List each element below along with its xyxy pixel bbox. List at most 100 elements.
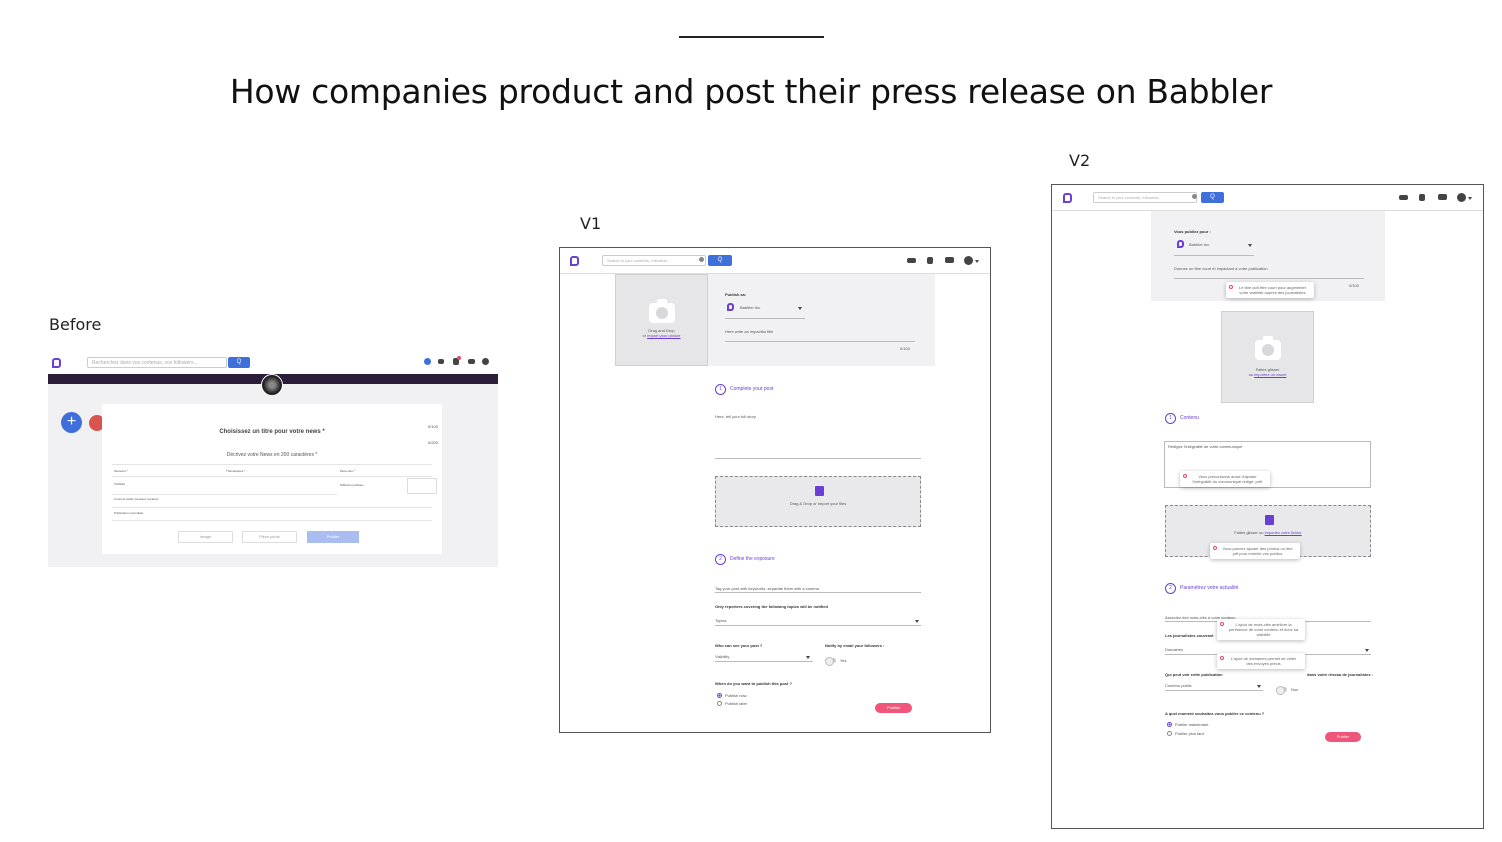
divider <box>715 458 921 459</box>
notify-toggle[interactable] <box>825 657 836 666</box>
step-complete-post: 1 Complete your post <box>715 384 773 395</box>
public-field[interactable]: Diffusion publique <box>340 483 364 488</box>
notification-badge <box>457 356 461 360</box>
form-subtitle[interactable]: Décrivez votre News en 200 caractères * <box>102 452 442 458</box>
keywords-tooltip: L'ajout de mots-clés améliore la pertine… <box>1217 619 1305 640</box>
camera-icon <box>1255 336 1281 360</box>
keywords-input[interactable]: Tag your post with keywords, separate th… <box>715 586 819 591</box>
plus-icon[interactable]: + <box>61 412 82 433</box>
attach-button[interactable]: Pièce jointe <box>242 531 297 543</box>
chevron-down-icon[interactable] <box>915 620 919 623</box>
thematic-field[interactable]: Thématiques * <box>226 469 245 474</box>
files-dropzone-text: Drag & Drop or Import your files <box>789 501 847 506</box>
files-dropzone-text: Faites glisser ou <box>1234 530 1264 535</box>
import-picture-link[interactable]: Import your picture <box>647 333 680 338</box>
search-input[interactable]: Search in your contents, followers... <box>1093 192 1197 203</box>
people-icon[interactable] <box>438 359 444 364</box>
visibility-select[interactable]: Contenu public <box>1165 683 1192 688</box>
mail-icon[interactable] <box>1438 194 1447 200</box>
image-button[interactable]: Image <box>178 531 233 543</box>
settings-icon[interactable] <box>1192 194 1197 199</box>
connect-field[interactable]: Connect public (réseaux sociaux) <box>114 497 158 502</box>
keywords-field[interactable]: Mots-clés * <box>340 469 355 474</box>
chevron-down-icon[interactable] <box>975 260 979 263</box>
logo-icon[interactable] <box>1063 193 1072 203</box>
chevron-down-icon[interactable] <box>1468 197 1472 200</box>
files-dropzone[interactable]: Drag & Drop or Import your files <box>715 476 921 527</box>
divider <box>112 494 337 495</box>
topics-select[interactable]: Topics <box>715 618 726 623</box>
chevron-down-icon[interactable] <box>1248 244 1252 247</box>
title-counter: 0/100 <box>900 346 911 351</box>
mail-icon[interactable] <box>945 257 954 263</box>
publication-field[interactable]: Publication immédiate <box>114 511 143 516</box>
sectors-field[interactable]: Secteurs * <box>114 469 128 474</box>
people-icon[interactable] <box>907 258 916 263</box>
account-icon[interactable] <box>1457 193 1466 202</box>
chevron-down-icon[interactable] <box>806 656 810 659</box>
settings-icon[interactable] <box>424 358 431 365</box>
divider <box>112 507 432 508</box>
before-topbar: Recherchez dans vos contenus, vos follow… <box>48 354 498 374</box>
before-screenshot: Recherchez dans vos contenus, vos follow… <box>48 354 498 567</box>
logo-icon <box>727 303 734 311</box>
label-v1: V1 <box>580 214 602 233</box>
label-before: Before <box>49 315 102 334</box>
label-v2: V2 <box>1069 151 1091 170</box>
radio-publish-now[interactable] <box>1167 722 1172 727</box>
upload-box[interactable] <box>407 478 437 494</box>
chevron-down-icon[interactable] <box>1257 685 1261 688</box>
visibility-field[interactable]: Visibilité <box>114 482 125 487</box>
network-toggle[interactable] <box>1276 686 1287 695</box>
publish-button[interactable]: Publish <box>875 703 912 713</box>
divider <box>725 341 915 342</box>
notify-value: Yes <box>840 658 847 663</box>
image-dropzone[interactable]: Faites glisser ou importez un visuel <box>1221 311 1314 403</box>
info-icon <box>1229 285 1233 289</box>
reporters-label: Only reporters covering the following to… <box>715 604 828 609</box>
avatar <box>261 374 283 396</box>
image-dropzone[interactable]: Drag and Drop or Import your picture <box>615 274 708 366</box>
search-button[interactable]: Q <box>708 255 732 266</box>
import-visual-link[interactable]: importez un visuel <box>1254 372 1286 377</box>
mail-icon[interactable] <box>468 359 475 364</box>
story-input[interactable]: Here, tell your full story <box>715 414 756 419</box>
publish-as-select[interactable]: Babbler Inc <box>740 305 760 310</box>
divider <box>112 464 432 465</box>
search-button[interactable]: Q <box>1201 192 1224 203</box>
account-icon[interactable] <box>964 256 973 265</box>
publish-button[interactable]: Publier <box>307 531 359 543</box>
info-icon <box>1220 622 1224 626</box>
settings-icon[interactable] <box>699 257 704 262</box>
bell-icon[interactable] <box>1419 194 1425 201</box>
chevron-down-icon[interactable] <box>1365 649 1369 652</box>
title-input[interactable]: Donnez un titre court et impactant à vot… <box>1174 266 1268 271</box>
who-label: Qui peut voir cette publication <box>1165 672 1223 677</box>
radio-publish-later[interactable] <box>717 701 722 706</box>
radio-publish-later[interactable] <box>1167 731 1172 736</box>
search-button[interactable]: Q <box>228 357 250 368</box>
chevron-down-icon[interactable] <box>798 307 802 310</box>
title-input[interactable]: Here write an impactful title <box>725 329 773 334</box>
publish-button[interactable]: Publier <box>1325 732 1361 742</box>
divider <box>1174 278 1364 279</box>
radio-publish-now[interactable] <box>717 693 722 698</box>
search-input[interactable]: Recherchez dans vos contenus, vos follow… <box>87 357 227 368</box>
title-counter: 0/100 <box>1349 283 1360 288</box>
domains-select[interactable]: Domaines <box>1165 647 1183 652</box>
camera-icon <box>649 299 675 323</box>
logo-icon[interactable] <box>52 358 61 368</box>
when-label: A quel moment souhaitez-vous publier ce … <box>1165 711 1265 716</box>
logo-icon[interactable] <box>570 256 579 266</box>
account-icon[interactable] <box>482 358 489 365</box>
search-input[interactable]: Search in your contents, followers... <box>602 255 706 266</box>
file-icon <box>1265 515 1274 525</box>
notify-label: Notify by email your followers : <box>825 643 885 648</box>
publish-as-select[interactable]: Babbler Inc <box>1189 242 1209 247</box>
network-label: dans votre réseau de journalistes : <box>1307 672 1374 677</box>
people-icon[interactable] <box>1399 195 1408 200</box>
visibility-select[interactable]: Visibility <box>715 654 729 659</box>
import-file-link[interactable]: importez votre fichier <box>1265 530 1302 535</box>
bell-icon[interactable] <box>927 257 933 264</box>
form-title[interactable]: Choisissez un titre pour votre news * <box>102 429 442 435</box>
